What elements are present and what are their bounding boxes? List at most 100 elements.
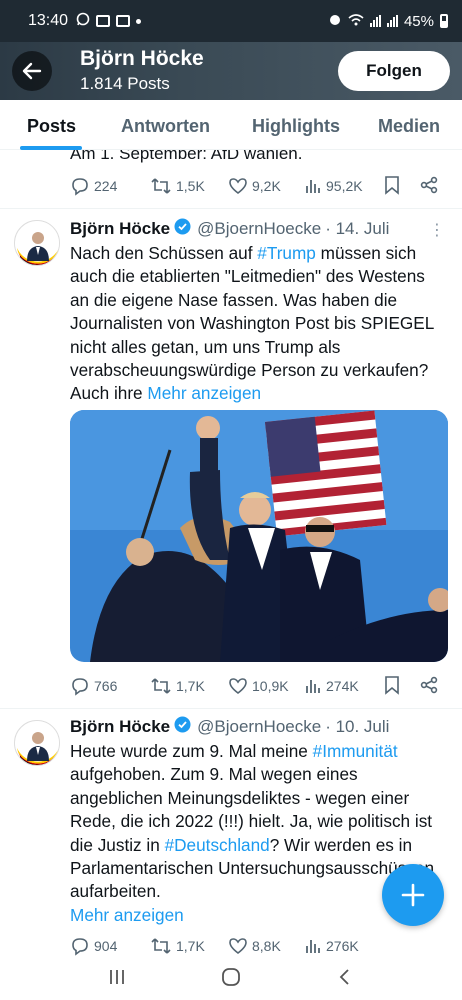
recent-apps-button[interactable] xyxy=(107,967,127,992)
arrow-left-icon xyxy=(22,62,42,80)
author-handle[interactable]: @BjoernHoecke xyxy=(197,717,321,737)
tab-posts[interactable]: Posts xyxy=(27,116,76,137)
repost-icon xyxy=(151,938,171,954)
bookmark-button[interactable] xyxy=(384,175,400,198)
tab-media[interactable]: Medien xyxy=(378,116,440,137)
view-count: 95,2K xyxy=(326,178,363,194)
like-button[interactable]: 8,8K xyxy=(228,936,281,956)
tweet-divider xyxy=(0,208,462,209)
views-button[interactable]: 95,2K xyxy=(304,177,363,195)
back-button[interactable] xyxy=(12,51,52,91)
repost-icon xyxy=(151,178,171,194)
share-icon xyxy=(420,676,438,693)
signal-icon xyxy=(369,15,381,27)
tweet-image[interactable] xyxy=(70,410,448,662)
recent-apps-icon xyxy=(110,969,124,984)
reply-count: 224 xyxy=(94,178,118,194)
like-count: 10,9K xyxy=(252,678,289,694)
repost-icon xyxy=(151,678,171,694)
back-nav-button[interactable] xyxy=(335,967,355,992)
share-icon xyxy=(420,176,438,193)
profile-name: Björn Höcke xyxy=(80,47,204,70)
show-more-link[interactable]: Mehr anzeigen xyxy=(70,905,184,925)
alarm-icon xyxy=(328,12,342,30)
bookmark-icon xyxy=(385,675,399,695)
like-button[interactable]: 9,2K xyxy=(228,176,281,196)
id-card-icon xyxy=(116,15,131,27)
view-count: 274K xyxy=(326,678,359,694)
compose-button[interactable] xyxy=(382,864,444,926)
gallery-icon xyxy=(96,15,111,27)
show-more-link[interactable]: Mehr anzeigen xyxy=(147,383,261,403)
follow-button[interactable]: Folgen xyxy=(338,51,450,91)
repost-button[interactable]: 1,7K xyxy=(150,936,205,956)
system-navigation-bar xyxy=(0,958,462,1000)
tweet-header: Björn Höcke @BjoernHoecke · 14. Juli xyxy=(70,218,389,240)
tab-replies[interactable]: Antworten xyxy=(121,116,210,137)
heart-icon xyxy=(229,178,247,195)
reply-count: 766 xyxy=(94,678,118,694)
profile-tabs: Posts Antworten Highlights Medien xyxy=(0,100,462,150)
chevron-left-icon xyxy=(339,968,349,985)
repost-count: 1,7K xyxy=(176,678,205,694)
hashtag-link[interactable]: #Trump xyxy=(257,243,316,263)
views-button[interactable]: 276K xyxy=(304,937,359,955)
more-options-icon[interactable]: ⋮ xyxy=(429,220,445,240)
tweet-text-part: Nach den Schüssen auf xyxy=(70,243,258,263)
reply-count: 904 xyxy=(94,938,118,954)
author-name[interactable]: Björn Höcke xyxy=(70,717,170,737)
hashtag-link[interactable]: #Deutschland xyxy=(165,835,270,855)
previous-tweet-text: Am 1. September: AfD wählen. xyxy=(70,150,303,163)
repost-button[interactable]: 1,5K xyxy=(150,176,205,196)
author-name[interactable]: Björn Höcke xyxy=(70,219,170,239)
share-button[interactable] xyxy=(420,676,438,697)
reply-button[interactable]: 224 xyxy=(70,176,117,196)
avatar[interactable] xyxy=(14,720,60,766)
verified-badge-icon xyxy=(174,218,191,240)
notification-icons xyxy=(76,12,142,31)
whatsapp-icon xyxy=(76,12,90,31)
views-button[interactable]: 274K xyxy=(304,677,359,695)
tweet-2-actions: 904 1,7K 8,8K 276K xyxy=(70,934,440,958)
reply-button[interactable]: 766 xyxy=(70,676,117,696)
heart-icon xyxy=(229,938,247,955)
repost-count: 1,5K xyxy=(176,178,205,194)
status-time: 13:40 xyxy=(28,12,69,29)
tweet-date[interactable]: · 14. Juli xyxy=(325,219,389,239)
tweet-date[interactable]: · 10. Juli xyxy=(325,717,389,737)
signal-icon-2 xyxy=(386,15,398,27)
repost-count: 1,7K xyxy=(176,938,205,954)
bookmark-icon xyxy=(385,175,399,195)
battery-icon xyxy=(440,14,448,28)
share-button[interactable] xyxy=(420,176,438,197)
hashtag-link[interactable]: #Immunität xyxy=(313,741,398,761)
bookmark-button[interactable] xyxy=(384,675,400,698)
author-handle[interactable]: @BjoernHoecke xyxy=(197,219,321,239)
tweet-divider xyxy=(0,708,462,709)
reply-icon xyxy=(72,178,88,196)
avatar[interactable] xyxy=(14,220,60,266)
views-icon xyxy=(306,180,320,193)
tweet-1-actions: 766 1,7K 10,9K 274K xyxy=(70,674,440,698)
status-bar: 13:40 45% xyxy=(0,0,462,42)
tweet-text-part: Heute wurde zum 9. Mal meine xyxy=(70,741,313,761)
tab-highlights[interactable]: Highlights xyxy=(252,116,340,137)
plus-icon xyxy=(401,883,425,907)
profile-header: Björn Höcke 1.814 Posts Folgen xyxy=(0,42,462,100)
tweet-header: Björn Höcke @BjoernHoecke · 10. Juli xyxy=(70,716,389,738)
reply-button[interactable]: 904 xyxy=(70,936,117,956)
timeline[interactable]: Am 1. September: AfD wählen. 224 1,5K 9,… xyxy=(0,150,462,958)
like-count: 8,8K xyxy=(252,938,281,954)
like-count: 9,2K xyxy=(252,178,281,194)
posts-count: 1.814 Posts xyxy=(80,74,170,93)
tweet-text-part: müssen sich auch die etablierten "Leitme… xyxy=(70,243,434,404)
views-icon xyxy=(306,680,320,693)
wifi-icon xyxy=(348,13,364,30)
view-count: 276K xyxy=(326,938,359,954)
more-notifications-dot xyxy=(136,18,142,24)
like-button[interactable]: 10,9K xyxy=(228,676,289,696)
heart-icon xyxy=(229,678,247,695)
home-button[interactable] xyxy=(221,967,241,992)
tweet-text: Nach den Schüssen auf #Trump müssen sich… xyxy=(70,242,446,406)
repost-button[interactable]: 1,7K xyxy=(150,676,205,696)
